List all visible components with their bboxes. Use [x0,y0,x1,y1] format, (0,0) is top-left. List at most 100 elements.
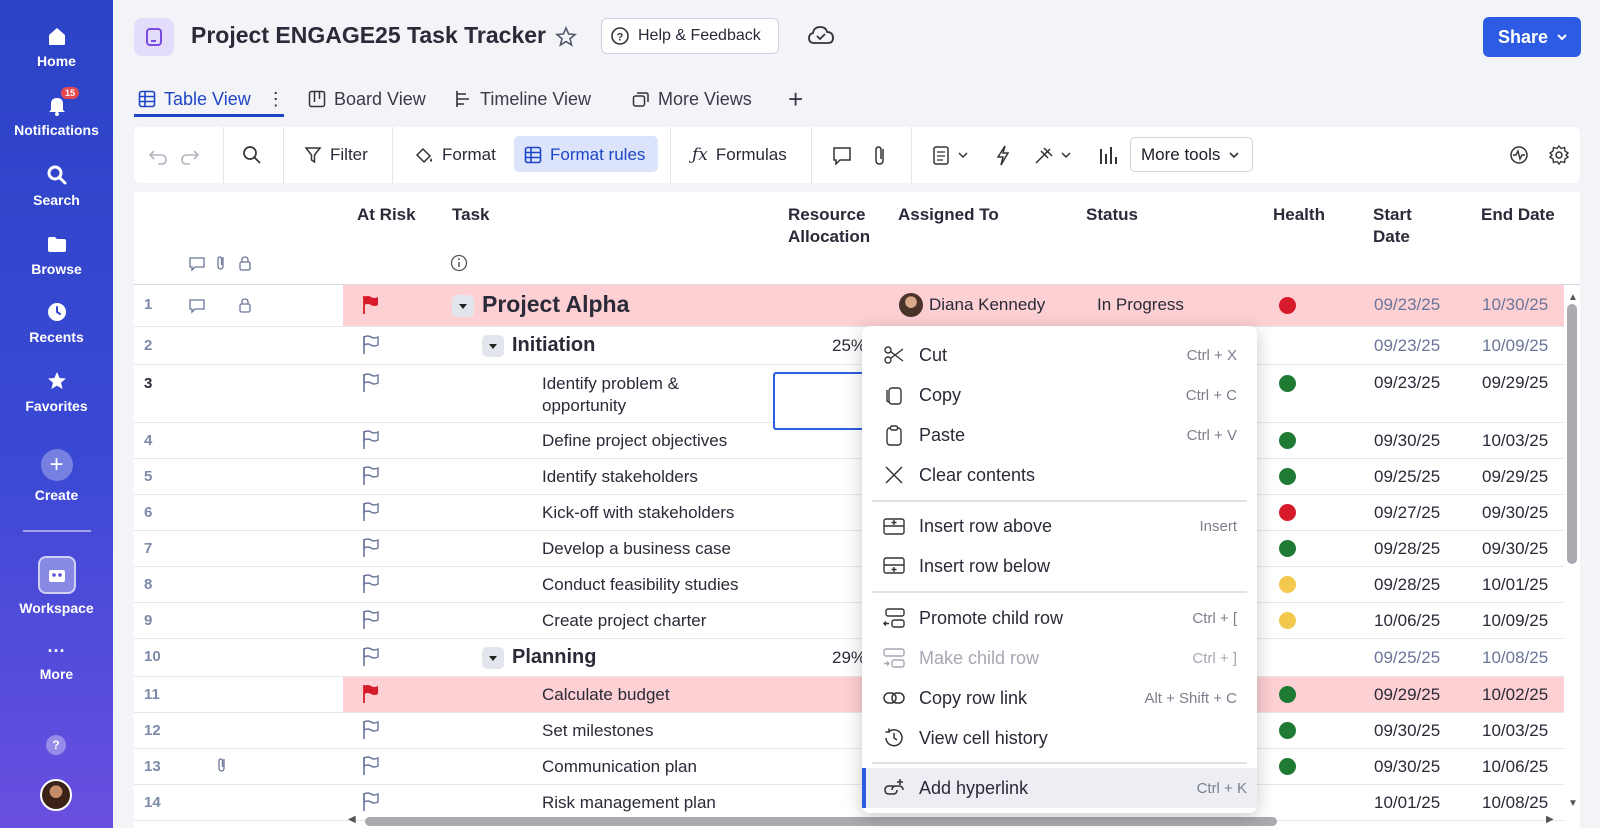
table-row[interactable]: 6 Kick-off with stakeholders 09/27/25 09… [134,495,1564,531]
start-date[interactable]: 09/27/25 [1374,503,1440,523]
start-date[interactable]: 09/23/25 [1374,295,1440,315]
health-yellow-indicator[interactable] [1279,576,1296,593]
horizontal-scrollbar-thumb[interactable] [365,817,1277,826]
flag-outline-icon[interactable] [362,335,380,355]
chart-icon[interactable] [1099,127,1117,183]
task-name[interactable]: Create project charter [542,610,706,632]
scroll-up-arrow-icon[interactable]: ▲ [1568,292,1578,303]
menu-item-add-hyperlink[interactable]: Add hyperlink Ctrl + K [862,768,1257,808]
vertical-scrollbar-thumb[interactable] [1567,304,1577,564]
table-row[interactable]: 12 Set milestones 09/30/25 10/03/25 [134,713,1564,749]
end-date[interactable]: 10/08/25 [1482,648,1548,668]
redo-icon[interactable] [180,127,200,183]
table-row[interactable]: 13 Communication plan 09/30/25 10/06/25 [134,749,1564,785]
start-date[interactable]: 09/29/25 [1374,685,1440,705]
task-name[interactable]: Calculate budget [542,684,670,706]
menu-item-copy[interactable]: Copy Ctrl + C [872,375,1247,415]
health-red-indicator[interactable] [1279,297,1296,314]
flag-outline-icon[interactable] [362,574,380,594]
automation-lightning-icon[interactable] [995,127,1011,183]
col-header-end-date[interactable]: End Date [1481,204,1555,226]
col-header-resource-allocation[interactable]: Resource Allocation [788,204,870,248]
end-date[interactable]: 10/03/25 [1482,721,1548,741]
table-row[interactable]: 8 Conduct feasibility studies 09/28/25 1… [134,567,1564,603]
table-row[interactable]: 5 Identify stakeholders 09/25/25 09/29/2… [134,459,1564,495]
end-date[interactable]: 09/29/25 [1482,467,1548,487]
scroll-down-arrow-icon[interactable]: ▼ [1568,798,1578,809]
start-date[interactable]: 09/28/25 [1374,575,1440,595]
lock-icon[interactable] [238,297,252,314]
resource-allocation[interactable]: 25% [832,336,866,356]
nav-home[interactable]: Home [0,24,113,69]
task-name[interactable]: Project Alpha [482,293,629,316]
scroll-right-arrow-icon[interactable]: ▶ [1546,814,1554,825]
selected-cell[interactable] [773,372,865,430]
status[interactable]: In Progress [1097,295,1184,315]
end-date[interactable]: 10/09/25 [1482,336,1548,356]
format-rules-button[interactable]: Format rules [524,127,645,183]
health-green-indicator[interactable] [1279,758,1296,775]
start-date[interactable]: 09/30/25 [1374,431,1440,451]
start-date[interactable]: 09/30/25 [1374,721,1440,741]
connections-icon[interactable] [1034,127,1074,183]
start-date[interactable]: 09/25/25 [1374,467,1440,487]
task-name[interactable]: Define project objectives [542,430,727,452]
favorite-star-icon[interactable] [554,25,578,49]
attachment-icon[interactable] [216,757,228,774]
at-risk-flag-icon[interactable] [362,295,380,315]
end-date[interactable]: 10/03/25 [1482,431,1548,451]
help-feedback-button[interactable]: ? Help & Feedback [601,18,779,54]
col-header-assigned-to[interactable]: Assigned To [898,204,999,226]
help-icon[interactable]: ? [46,735,66,755]
health-green-indicator[interactable] [1279,468,1296,485]
resource-allocation[interactable]: 29% [832,648,866,668]
start-date[interactable]: 09/23/25 [1374,336,1440,356]
col-header-at-risk[interactable]: At Risk [357,204,416,226]
health-red-indicator[interactable] [1279,504,1296,521]
task-name[interactable]: Conduct feasibility studies [542,574,739,596]
end-date[interactable]: 09/30/25 [1482,503,1548,523]
tab-table-view[interactable]: Table View ⋮ [138,80,285,118]
health-yellow-indicator[interactable] [1279,612,1296,629]
collapse-caret-icon[interactable] [452,295,474,317]
menu-item-insert-row-below[interactable]: Insert row below [872,546,1247,586]
table-row[interactable]: 1 Project Alpha Diana Kennedy In Progres… [134,285,1564,327]
table-row[interactable]: 9 Create project charter 10/06/25 10/09/… [134,603,1564,639]
add-view-button[interactable]: + [788,80,803,118]
tab-timeline-view[interactable]: Timeline View [454,80,591,118]
flag-outline-icon[interactable] [362,647,380,667]
health-green-indicator[interactable] [1279,432,1296,449]
menu-item-view-cell-history[interactable]: View cell history [872,718,1247,758]
nav-notifications[interactable]: 15 Notifications [0,87,113,138]
flag-outline-icon[interactable] [362,792,380,812]
format-button[interactable]: Format [414,127,496,183]
task-name[interactable]: Initiation [512,334,595,356]
collapse-caret-icon[interactable] [482,335,504,357]
end-date[interactable]: 09/30/25 [1482,539,1548,559]
scroll-left-arrow-icon[interactable]: ◀ [348,814,356,825]
formulas-button[interactable]: ƒx Formulas [692,127,787,183]
tab-more-views[interactable]: More Views [632,80,752,118]
end-date[interactable]: 10/01/25 [1482,575,1548,595]
tab-kebab-icon[interactable]: ⋮ [267,89,285,110]
table-row[interactable]: 11 Calculate budget 09/29/25 10/02/25 [134,677,1564,713]
nav-workspace[interactable]: Workspace [0,556,113,616]
forms-icon[interactable] [932,127,970,183]
end-date[interactable]: 10/08/25 [1482,793,1548,813]
end-date[interactable]: 09/29/25 [1482,373,1548,393]
user-avatar[interactable] [40,779,72,811]
more-tools-dropdown[interactable]: More tools [1130,137,1253,172]
share-button[interactable]: Share [1483,17,1581,57]
health-green-indicator[interactable] [1279,375,1296,392]
menu-item-clear-contents[interactable]: Clear contents [872,455,1247,495]
task-name[interactable]: Risk management plan [542,792,716,814]
nav-recents[interactable]: Recents [0,300,113,345]
health-green-indicator[interactable] [1279,540,1296,557]
menu-item-insert-row-above[interactable]: Insert row above Insert [872,506,1247,546]
nav-search[interactable]: Search [0,163,113,208]
undo-icon[interactable] [148,127,168,183]
end-date[interactable]: 10/06/25 [1482,757,1548,777]
health-green-indicator[interactable] [1279,722,1296,739]
nav-create[interactable]: + Create [0,449,113,503]
tab-board-view[interactable]: Board View [308,80,426,118]
